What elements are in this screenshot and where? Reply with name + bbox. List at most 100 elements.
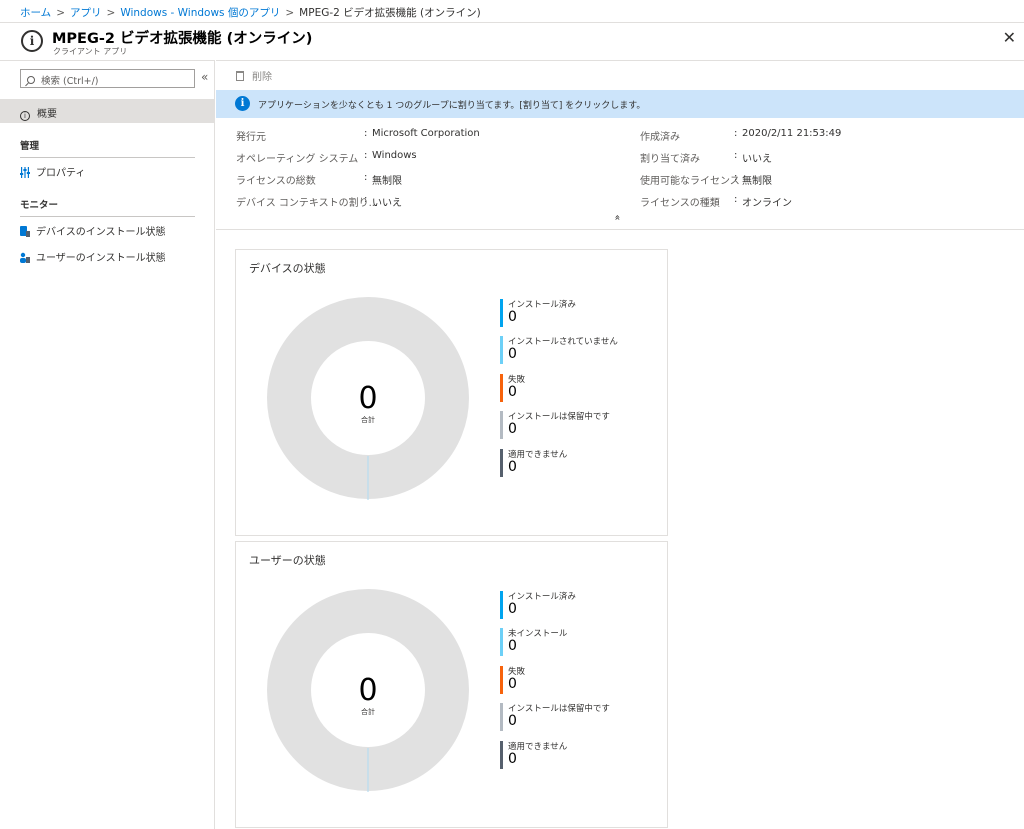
breadcrumb: ホーム > アプリ > Windows - Windows 個のアプリ > MPEG-2 ビ… (0, 0, 1024, 22)
info-icon: i (20, 111, 30, 121)
sidebar-item-overview[interactable]: i 概要 (0, 99, 214, 123)
user-icon (20, 252, 30, 263)
breadcrumb-separator: > (285, 7, 295, 19)
sidebar-item-user-install-status[interactable]: ユーザーのインストール状態 (20, 249, 166, 264)
breadcrumb-separator: > (56, 7, 65, 19)
sidebar-section-manage: 管理 (20, 138, 195, 158)
sidebar-item-label: プロパティ (36, 168, 86, 179)
breadcrumb-separator: > (106, 7, 116, 19)
property-value: 無制限 (372, 176, 402, 187)
property-colon: : (734, 128, 738, 139)
legend-item[interactable]: 適用できません 0 (500, 740, 660, 770)
property-key: ライセンスの種類 (640, 198, 720, 209)
legend-color (500, 666, 503, 694)
legend-item[interactable]: インストール済み 0 (500, 298, 660, 328)
search-placeholder: 検索 (Ctrl+/) (41, 76, 99, 87)
legend-item[interactable]: 失敗 0 (500, 373, 660, 403)
donut-chart: 0 合計 (267, 589, 469, 792)
breadcrumb-current: MPEG-2 ビデオ拡張機能 (オンライン) (299, 7, 481, 19)
device-status-card[interactable]: デバイスの状態 0 合計 インストール済み 0 インストールされていません 0 失敗… (235, 249, 668, 536)
collapse-sidebar-icon[interactable]: « (201, 70, 208, 84)
legend-label: インストールは保留中です (508, 704, 610, 714)
legend-item[interactable]: インストールは保留中です 0 (500, 702, 660, 732)
delete-button[interactable]: 削除 (236, 68, 272, 83)
legend-value: 0 (508, 384, 517, 400)
property-value: いいえ (742, 154, 772, 165)
legend-color (500, 411, 503, 439)
legend-color (500, 336, 503, 364)
property-key: 発行元 (236, 132, 266, 143)
legend-color (500, 299, 503, 327)
page-title: MPEG-2 ビデオ拡張機能 (オンライン) (52, 31, 313, 47)
donut-total: 0 (358, 381, 377, 416)
page-subtitle: クライアント アプリ (53, 47, 128, 56)
delete-label: 削除 (252, 72, 272, 83)
card-title: ユーザーの状態 (249, 554, 326, 567)
sidebar: 検索 (Ctrl+/) « i 概要 管理 プロパティ モニター デバイスのインス… (0, 60, 215, 829)
legend-item[interactable]: インストールは保留中です 0 (500, 410, 660, 440)
legend-value: 0 (508, 751, 517, 767)
properties-icon (20, 167, 30, 178)
donut-total-label: 合計 (361, 707, 375, 716)
property-value: 無制限 (742, 176, 772, 187)
property-key: デバイス コンテキストの割り... (236, 198, 379, 209)
sidebar-section-monitor: モニター (20, 197, 195, 217)
legend-value: 0 (508, 676, 517, 692)
breadcrumb-home[interactable]: ホーム (20, 7, 51, 19)
essentials-panel: 発行元: Microsoft Corporation オペレーティング システム:… (216, 118, 1024, 230)
legend-value: 0 (508, 309, 517, 325)
legend-value: 0 (508, 638, 517, 654)
legend-value: 0 (508, 601, 517, 617)
breadcrumb-apps[interactable]: アプリ (70, 7, 102, 19)
legend-label: インストールは保留中です (508, 412, 610, 422)
donut-total-label: 合計 (361, 415, 375, 424)
legend-value: 0 (508, 421, 517, 437)
info-icon: i (235, 96, 250, 111)
legend-item[interactable]: 適用できません 0 (500, 448, 660, 478)
legend-value: 0 (508, 459, 517, 475)
legend-item[interactable]: インストールされていません 0 (500, 335, 660, 365)
legend-color (500, 703, 503, 731)
sidebar-item-properties[interactable]: プロパティ (20, 164, 85, 179)
property-value: Microsoft Corporation (372, 128, 480, 139)
legend-color (500, 628, 503, 656)
legend-label: インストール済み (508, 300, 576, 310)
property-colon: : (364, 172, 368, 183)
search-input[interactable]: 検索 (Ctrl+/) (20, 69, 195, 88)
property-value: Windows (372, 150, 417, 161)
search-icon (27, 76, 35, 84)
trash-icon (236, 71, 244, 81)
property-key: 割り当て済み (640, 154, 700, 165)
property-key: 作成済み (640, 132, 680, 143)
legend-item[interactable]: インストール済み 0 (500, 590, 660, 620)
property-value: オンライン (742, 198, 792, 209)
legend-label: インストールされていません (508, 337, 618, 347)
legend-item[interactable]: 失敗 0 (500, 665, 660, 695)
legend-label: インストール済み (508, 592, 576, 602)
property-key: ライセンスの総数 (236, 176, 316, 187)
property-value: 2020/2/11 21:53:49 (742, 128, 842, 139)
property-colon: : (364, 128, 368, 139)
legend-color (500, 449, 503, 477)
collapse-essentials-icon[interactable]: « (612, 214, 623, 220)
device-icon (20, 226, 30, 237)
legend-item[interactable]: 未インストール 0 (500, 627, 660, 657)
sidebar-item-label: 概要 (37, 109, 57, 120)
property-colon: : (364, 150, 368, 161)
info-banner[interactable]: i アプリケーションを少なくとも 1 つのグループに割り当てます。[割り当て] を… (216, 90, 1024, 118)
donut-chart: 0 合計 (267, 297, 469, 500)
legend-value: 0 (508, 713, 517, 729)
breadcrumb-windows-apps[interactable]: Windows - Windows 個のアプリ (120, 7, 280, 19)
sidebar-item-label: ユーザーのインストール状態 (36, 253, 166, 264)
banner-text: アプリケーションを少なくとも 1 つのグループに割り当てます。[割り当て] をク… (258, 101, 646, 111)
legend-color (500, 374, 503, 402)
legend-value: 0 (508, 346, 517, 362)
user-status-card[interactable]: ユーザーの状態 0 合計 インストール済み 0 未インストール 0 失敗 0 インスト… (235, 541, 668, 828)
property-key: 使用可能なライセンス (640, 176, 740, 187)
close-icon[interactable]: ✕ (1003, 28, 1016, 47)
info-icon: i (21, 30, 43, 52)
property-colon: : (734, 150, 738, 161)
legend-color (500, 741, 503, 769)
legend-color (500, 591, 503, 619)
sidebar-item-device-install-status[interactable]: デバイスのインストール状態 (20, 223, 166, 238)
